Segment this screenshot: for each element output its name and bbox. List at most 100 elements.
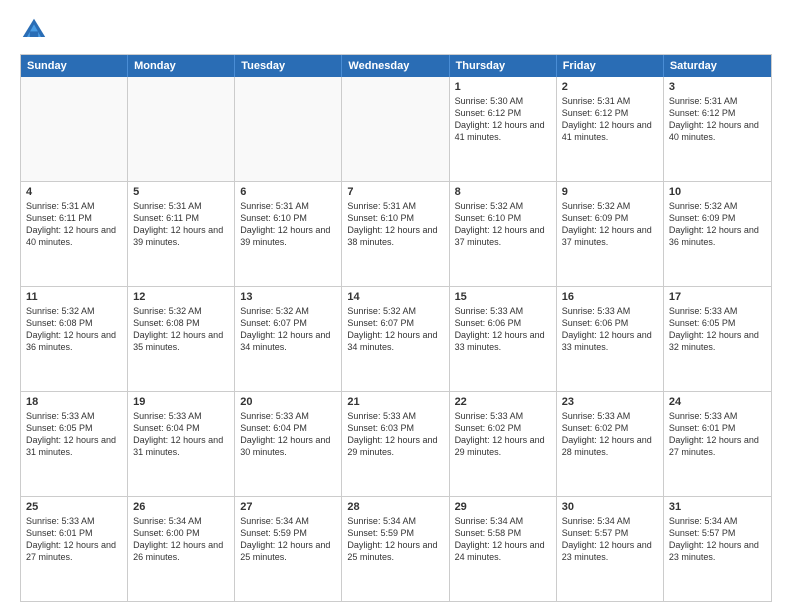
cell-details: Sunrise: 5:33 AMSunset: 6:04 PMDaylight:…: [133, 410, 229, 459]
day-number: 26: [133, 501, 229, 513]
calendar-cell: 11 Sunrise: 5:32 AMSunset: 6:08 PMDayligh…: [21, 287, 128, 391]
day-number: 9: [562, 186, 658, 198]
calendar-cell: 26 Sunrise: 5:34 AMSunset: 6:00 PMDayligh…: [128, 497, 235, 601]
cell-details: Sunrise: 5:34 AMSunset: 5:58 PMDaylight:…: [455, 515, 551, 564]
calendar-cell: 19 Sunrise: 5:33 AMSunset: 6:04 PMDayligh…: [128, 392, 235, 496]
calendar-cell: 31 Sunrise: 5:34 AMSunset: 5:57 PMDayligh…: [664, 497, 771, 601]
cell-details: Sunrise: 5:32 AMSunset: 6:09 PMDaylight:…: [562, 200, 658, 249]
cell-details: Sunrise: 5:34 AMSunset: 5:57 PMDaylight:…: [562, 515, 658, 564]
cell-details: Sunrise: 5:32 AMSunset: 6:10 PMDaylight:…: [455, 200, 551, 249]
header-day-tuesday: Tuesday: [235, 55, 342, 77]
cell-details: Sunrise: 5:33 AMSunset: 6:01 PMDaylight:…: [26, 515, 122, 564]
calendar-cell: 15 Sunrise: 5:33 AMSunset: 6:06 PMDayligh…: [450, 287, 557, 391]
header-day-monday: Monday: [128, 55, 235, 77]
cell-details: Sunrise: 5:31 AMSunset: 6:10 PMDaylight:…: [347, 200, 443, 249]
day-number: 3: [669, 81, 766, 93]
day-number: 11: [26, 291, 122, 303]
calendar-grid: SundayMondayTuesdayWednesdayThursdayFrid…: [20, 54, 772, 602]
day-number: 6: [240, 186, 336, 198]
calendar-cell: 3Sunrise: 5:31 AMSunset: 6:12 PMDaylight…: [664, 77, 771, 181]
cell-details: Sunrise: 5:32 AMSunset: 6:08 PMDaylight:…: [26, 305, 122, 354]
cell-details: Sunrise: 5:33 AMSunset: 6:05 PMDaylight:…: [669, 305, 766, 354]
calendar-cell: [21, 77, 128, 181]
calendar-cell: [235, 77, 342, 181]
day-number: 22: [455, 396, 551, 408]
cell-details: Sunrise: 5:32 AMSunset: 6:09 PMDaylight:…: [669, 200, 766, 249]
calendar-cell: 30 Sunrise: 5:34 AMSunset: 5:57 PMDayligh…: [557, 497, 664, 601]
page-header: [20, 16, 772, 44]
cell-details: Sunrise: 5:32 AMSunset: 6:07 PMDaylight:…: [240, 305, 336, 354]
calendar-cell: 17 Sunrise: 5:33 AMSunset: 6:05 PMDayligh…: [664, 287, 771, 391]
calendar-cell: 4 Sunrise: 5:31 AMSunset: 6:11 PMDaylight…: [21, 182, 128, 286]
day-number: 12: [133, 291, 229, 303]
cell-details: Sunrise: 5:32 AMSunset: 6:08 PMDaylight:…: [133, 305, 229, 354]
calendar-cell: 25 Sunrise: 5:33 AMSunset: 6:01 PMDayligh…: [21, 497, 128, 601]
calendar-body: 1Sunrise: 5:30 AMSunset: 6:12 PMDaylight…: [21, 77, 771, 601]
calendar-cell: 22 Sunrise: 5:33 AMSunset: 6:02 PMDayligh…: [450, 392, 557, 496]
day-number: 17: [669, 291, 766, 303]
calendar-cell: 28Sunrise: 5:34 AMSunset: 5:59 PMDayligh…: [342, 497, 449, 601]
calendar-cell: 13Sunrise: 5:32 AMSunset: 6:07 PMDayligh…: [235, 287, 342, 391]
day-number: 16: [562, 291, 658, 303]
day-number: 24: [669, 396, 766, 408]
calendar-page: SundayMondayTuesdayWednesdayThursdayFrid…: [0, 0, 792, 612]
header-day-saturday: Saturday: [664, 55, 771, 77]
day-number: 8: [455, 186, 551, 198]
day-number: 25: [26, 501, 122, 513]
day-number: 28: [347, 501, 443, 513]
cell-details: Sunrise: 5:33 AMSunset: 6:04 PMDaylight:…: [240, 410, 336, 459]
calendar-cell: 7 Sunrise: 5:31 AMSunset: 6:10 PMDaylight…: [342, 182, 449, 286]
cell-details: Sunrise: 5:33 AMSunset: 6:02 PMDaylight:…: [455, 410, 551, 459]
calendar-cell: 29 Sunrise: 5:34 AMSunset: 5:58 PMDayligh…: [450, 497, 557, 601]
header-day-wednesday: Wednesday: [342, 55, 449, 77]
day-number: 1: [455, 81, 551, 93]
cell-details: Sunrise: 5:31 AMSunset: 6:11 PMDaylight:…: [133, 200, 229, 249]
calendar-cell: 1Sunrise: 5:30 AMSunset: 6:12 PMDaylight…: [450, 77, 557, 181]
calendar-cell: 18Sunrise: 5:33 AMSunset: 6:05 PMDayligh…: [21, 392, 128, 496]
calendar-cell: 12 Sunrise: 5:32 AMSunset: 6:08 PMDayligh…: [128, 287, 235, 391]
day-number: 19: [133, 396, 229, 408]
logo-icon: [20, 16, 48, 44]
calendar-row-2: 11 Sunrise: 5:32 AMSunset: 6:08 PMDayligh…: [21, 286, 771, 391]
calendar-cell: 16 Sunrise: 5:33 AMSunset: 6:06 PMDayligh…: [557, 287, 664, 391]
calendar-row-4: 25 Sunrise: 5:33 AMSunset: 6:01 PMDayligh…: [21, 496, 771, 601]
day-number: 23: [562, 396, 658, 408]
calendar-row-3: 18Sunrise: 5:33 AMSunset: 6:05 PMDayligh…: [21, 391, 771, 496]
header-day-thursday: Thursday: [450, 55, 557, 77]
calendar-row-1: 4 Sunrise: 5:31 AMSunset: 6:11 PMDaylight…: [21, 181, 771, 286]
day-number: 30: [562, 501, 658, 513]
calendar-cell: 20 Sunrise: 5:33 AMSunset: 6:04 PMDayligh…: [235, 392, 342, 496]
cell-details: Sunrise: 5:34 AMSunset: 5:57 PMDaylight:…: [669, 515, 766, 564]
day-number: 27: [240, 501, 336, 513]
cell-details: Sunrise: 5:33 AMSunset: 6:02 PMDaylight:…: [562, 410, 658, 459]
calendar-row-0: 1Sunrise: 5:30 AMSunset: 6:12 PMDaylight…: [21, 77, 771, 181]
header-day-friday: Friday: [557, 55, 664, 77]
calendar-cell: 14Sunrise: 5:32 AMSunset: 6:07 PMDayligh…: [342, 287, 449, 391]
calendar-cell: 6 Sunrise: 5:31 AMSunset: 6:10 PMDaylight…: [235, 182, 342, 286]
day-number: 7: [347, 186, 443, 198]
day-number: 20: [240, 396, 336, 408]
calendar-cell: 21 Sunrise: 5:33 AMSunset: 6:03 PMDayligh…: [342, 392, 449, 496]
logo: [20, 16, 52, 44]
calendar-header: SundayMondayTuesdayWednesdayThursdayFrid…: [21, 55, 771, 77]
calendar-cell: 23 Sunrise: 5:33 AMSunset: 6:02 PMDayligh…: [557, 392, 664, 496]
cell-details: Sunrise: 5:33 AMSunset: 6:05 PMDaylight:…: [26, 410, 122, 459]
day-number: 15: [455, 291, 551, 303]
day-number: 29: [455, 501, 551, 513]
cell-details: Sunrise: 5:33 AMSunset: 6:06 PMDaylight:…: [455, 305, 551, 354]
calendar-cell: 9 Sunrise: 5:32 AMSunset: 6:09 PMDaylight…: [557, 182, 664, 286]
cell-details: Sunrise: 5:34 AMSunset: 5:59 PMDaylight:…: [240, 515, 336, 564]
cell-details: Sunrise: 5:31 AMSunset: 6:12 PMDaylight:…: [562, 95, 658, 144]
calendar-cell: [342, 77, 449, 181]
calendar-cell: 8 Sunrise: 5:32 AMSunset: 6:10 PMDaylight…: [450, 182, 557, 286]
calendar-cell: 2Sunrise: 5:31 AMSunset: 6:12 PMDaylight…: [557, 77, 664, 181]
calendar-cell: [128, 77, 235, 181]
cell-details: Sunrise: 5:33 AMSunset: 6:03 PMDaylight:…: [347, 410, 443, 459]
day-number: 21: [347, 396, 443, 408]
cell-details: Sunrise: 5:31 AMSunset: 6:11 PMDaylight:…: [26, 200, 122, 249]
cell-details: Sunrise: 5:31 AMSunset: 6:10 PMDaylight:…: [240, 200, 336, 249]
cell-details: Sunrise: 5:33 AMSunset: 6:06 PMDaylight:…: [562, 305, 658, 354]
day-number: 31: [669, 501, 766, 513]
day-number: 4: [26, 186, 122, 198]
cell-details: Sunrise: 5:34 AMSunset: 6:00 PMDaylight:…: [133, 515, 229, 564]
